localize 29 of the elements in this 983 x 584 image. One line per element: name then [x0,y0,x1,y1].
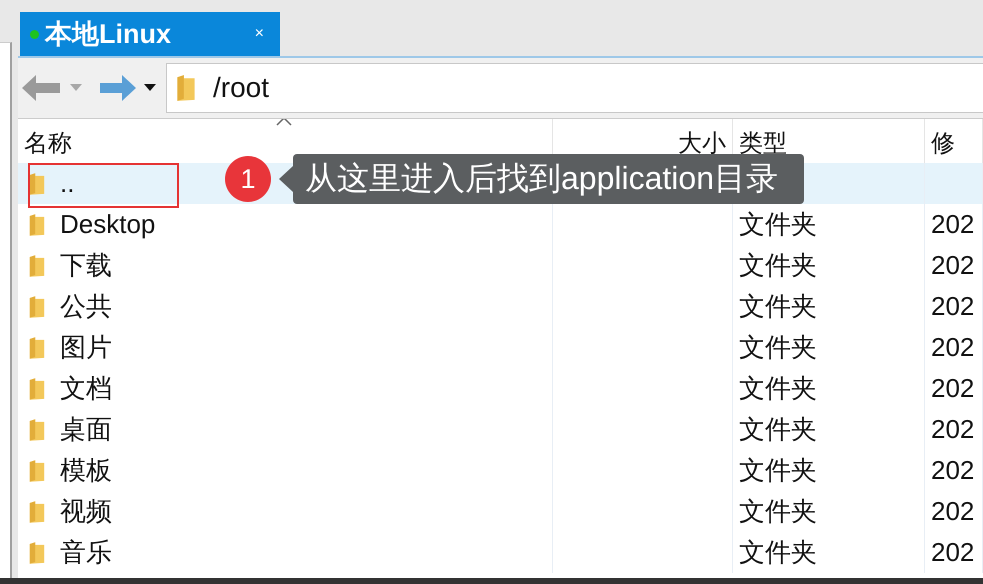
file-name: 文档 [60,372,112,405]
modified-date: 202 [931,209,974,240]
file-type: 文件夹 [739,372,817,405]
file-type: 文件夹 [739,290,817,323]
modified-date: 202 [931,496,974,527]
file-name: 下载 [60,249,112,282]
file-name: 音乐 [60,536,112,569]
file-type: 文件夹 [739,331,817,364]
file-type: 文件夹 [739,249,817,282]
file-name: 视频 [60,495,112,528]
callout-tooltip: 从这里进入后找到application目录 [279,154,804,204]
file-name: .. [60,168,74,199]
file-name: 图片 [60,331,112,364]
file-type: 文件夹 [739,208,817,241]
file-type: 文件夹 [739,495,817,528]
file-type: 文件夹 [739,454,817,487]
modified-date: 202 [931,537,974,568]
file-type: 文件夹 [739,536,817,569]
modified-date: 202 [931,250,974,281]
modified-date: 202 [931,373,974,404]
file-name: Desktop [60,209,156,240]
file-name: 模板 [60,454,112,487]
modified-date: 202 [931,291,974,322]
modified-date: 202 [931,414,974,445]
file-type: 文件夹 [739,413,817,446]
modified-date: 202 [931,332,974,363]
file-name: 桌面 [60,413,112,446]
modified-date: 202 [931,455,974,486]
file-name: 公共 [60,290,112,323]
